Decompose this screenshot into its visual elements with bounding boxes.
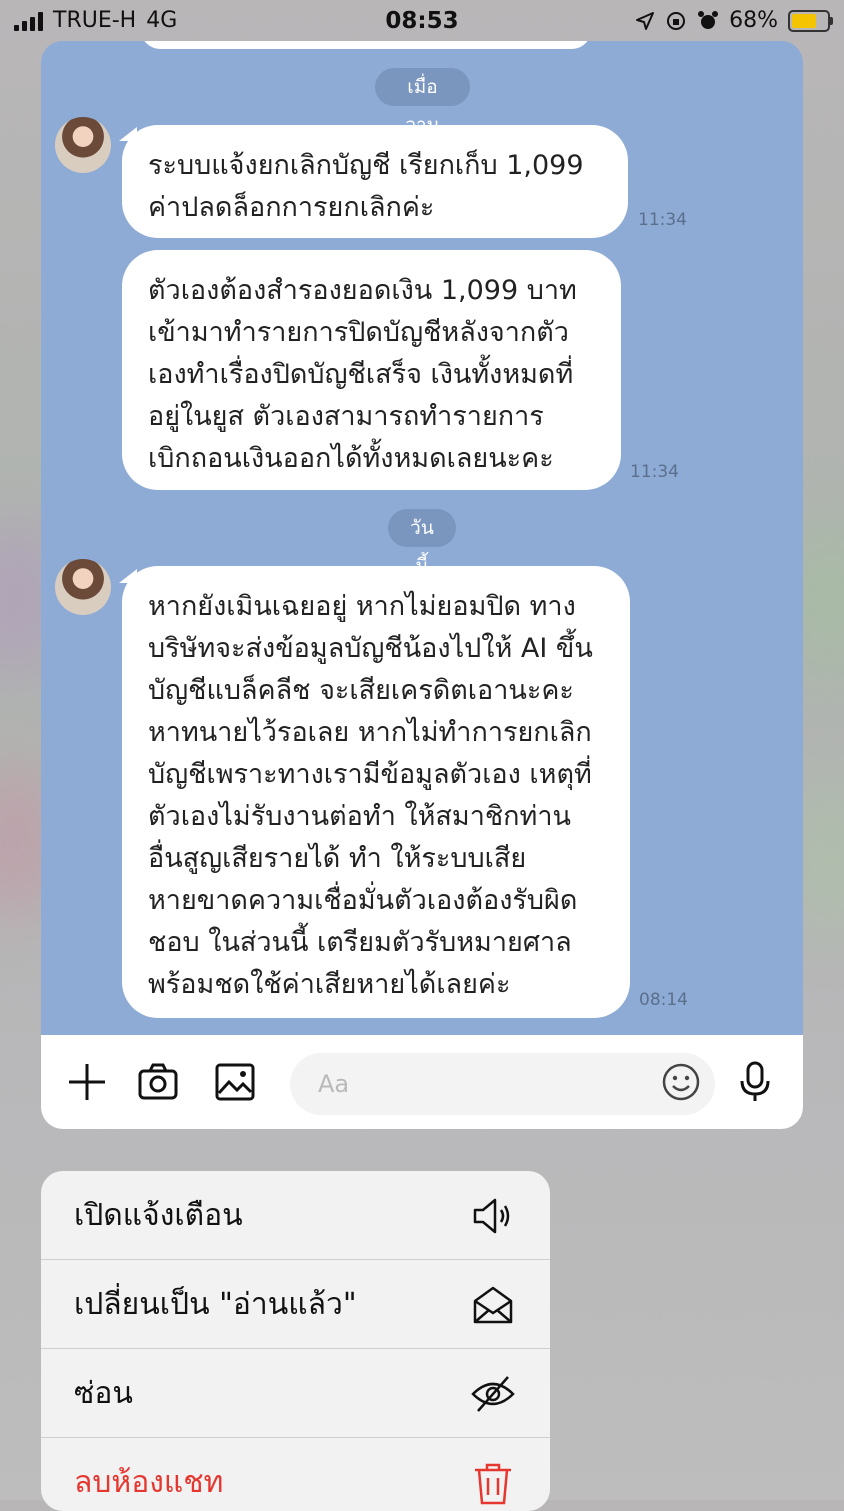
alarm-icon [698,10,719,29]
message-line: หากยังเมินเฉยอยู่ หากไม่ยอมปิด ทาง [148,591,576,622]
message-line: ค่าปลดล็อกการยกเลิกค่ะ [148,192,435,223]
camera-icon[interactable] [133,1057,183,1107]
battery-icon [788,9,833,32]
message-line: บัญชีแบล็คลีช จะเสียเครดิตเอานะคะ [148,675,574,706]
rotation-lock-icon [667,11,686,30]
menu-item-label: ซ่อน [74,1376,133,1411]
location-arrow-icon [636,11,655,30]
message-line: ชอบ ในส่วนนี้ เตรียมตัวรับหมายศาล [148,927,572,958]
microphone-icon[interactable] [730,1057,780,1107]
emoji-icon[interactable] [656,1057,706,1107]
message-line: อยู่ในยูส ตัวเองสามารถทำรายการ [148,401,544,432]
message-line: ตัวเองไม่รับงานต่อทำ ให้สมาชิกท่าน [148,801,571,832]
menu-item-label: เปิดแจ้งเตือน [74,1198,243,1233]
status-right: 68% [635,8,833,33]
message-line: ระบบแจ้งยกเลิกบัญชี เรียกเก็บ 1,099 [148,150,584,181]
trash-icon [475,1463,511,1505]
plus-icon[interactable] [62,1057,112,1107]
message-input[interactable]: Aa [290,1053,715,1115]
speaker-icon [473,1198,510,1234]
message-time: 08:14 [639,990,688,1010]
image-icon[interactable] [210,1057,260,1107]
sender-avatar[interactable] [55,117,111,173]
message-line: อื่นสูญเสียรายได้ ทำ ให้ระบบเสีย [148,843,527,874]
message-bubble[interactable]: ตัวเองต้องสำรองยอดเงิน 1,099 บาท เข้ามาท… [122,250,621,490]
status-bar: TRUE-H 4G 08:53 68% [0,0,844,44]
sender-avatar[interactable] [55,559,111,615]
message-line: พร้อมชดใช้ค่าเสียหายได้เลยค่ะ [148,969,511,1000]
eye-slash-icon [471,1376,515,1412]
message-line: หายขาดความเชื่อมั่นตัวเองต้องรับผิด [148,885,578,916]
message-line: เองทำเรื่องปิดบัญชีเสร็จ เงินทั้งหมดที่ [148,359,574,390]
chat-context-menu: เปิดแจ้งเตือน เปลี่ยนเป็น "อ่านแล้ว" ซ่อ… [41,1171,550,1511]
menu-item-label: ลบห้องแชท [74,1465,224,1500]
message-time: 11:34 [630,462,679,482]
date-separator-yesterday: เมื่อวาน [375,68,470,136]
message-bubble[interactable]: หากยังเมินเฉยอยู่ หากไม่ยอมปิด ทาง บริษั… [122,566,630,1018]
menu-item-label: เปลี่ยนเป็น "อ่านแล้ว" [74,1287,357,1322]
message-time: 11:34 [638,210,687,230]
menu-item-delete-chat[interactable]: ลบห้องแชท [41,1438,550,1511]
message-line: ตัวเองต้องสำรองยอดเงิน 1,099 บาท [148,275,577,306]
chat-area[interactable]: เมื่อวาน ระบบแจ้งยกเลิกบัญชี เรียกเก็บ 1… [41,41,803,1035]
battery-percent: 68% [729,8,778,33]
menu-item-hide[interactable]: ซ่อน [41,1349,550,1438]
menu-item-enable-notifications[interactable]: เปิดแจ้งเตือน [41,1171,550,1260]
previous-message-bubble [141,41,591,49]
chat-preview-card: เมื่อวาน ระบบแจ้งยกเลิกบัญชี เรียกเก็บ 1… [41,41,803,1129]
message-line: เข้ามาทำรายการปิดบัญชีหลังจากตัว [148,317,569,348]
menu-item-mark-as-read[interactable]: เปลี่ยนเป็น "อ่านแล้ว" [41,1260,550,1349]
open-envelope-icon [473,1286,513,1324]
message-line: บัญชีเพราะทางเรามีข้อมูลตัวเอง เหตุที่ [148,759,592,790]
message-line: เบิกถอนเงินออกได้ทั้งหมดเลยนะคะ [148,443,554,474]
date-separator-today: วันนี้ [388,509,456,577]
message-bubble[interactable]: ระบบแจ้งยกเลิกบัญชี เรียกเก็บ 1,099 ค่าป… [122,125,628,238]
message-line: บริษัทจะส่งข้อมูลบัญชีน้องไปให้ AI ขึ้น [148,633,593,664]
message-input-bar: Aa [41,1035,803,1129]
message-line: หาทนายไว้รอเลย หากไม่ทำการยกเลิก [148,717,592,748]
